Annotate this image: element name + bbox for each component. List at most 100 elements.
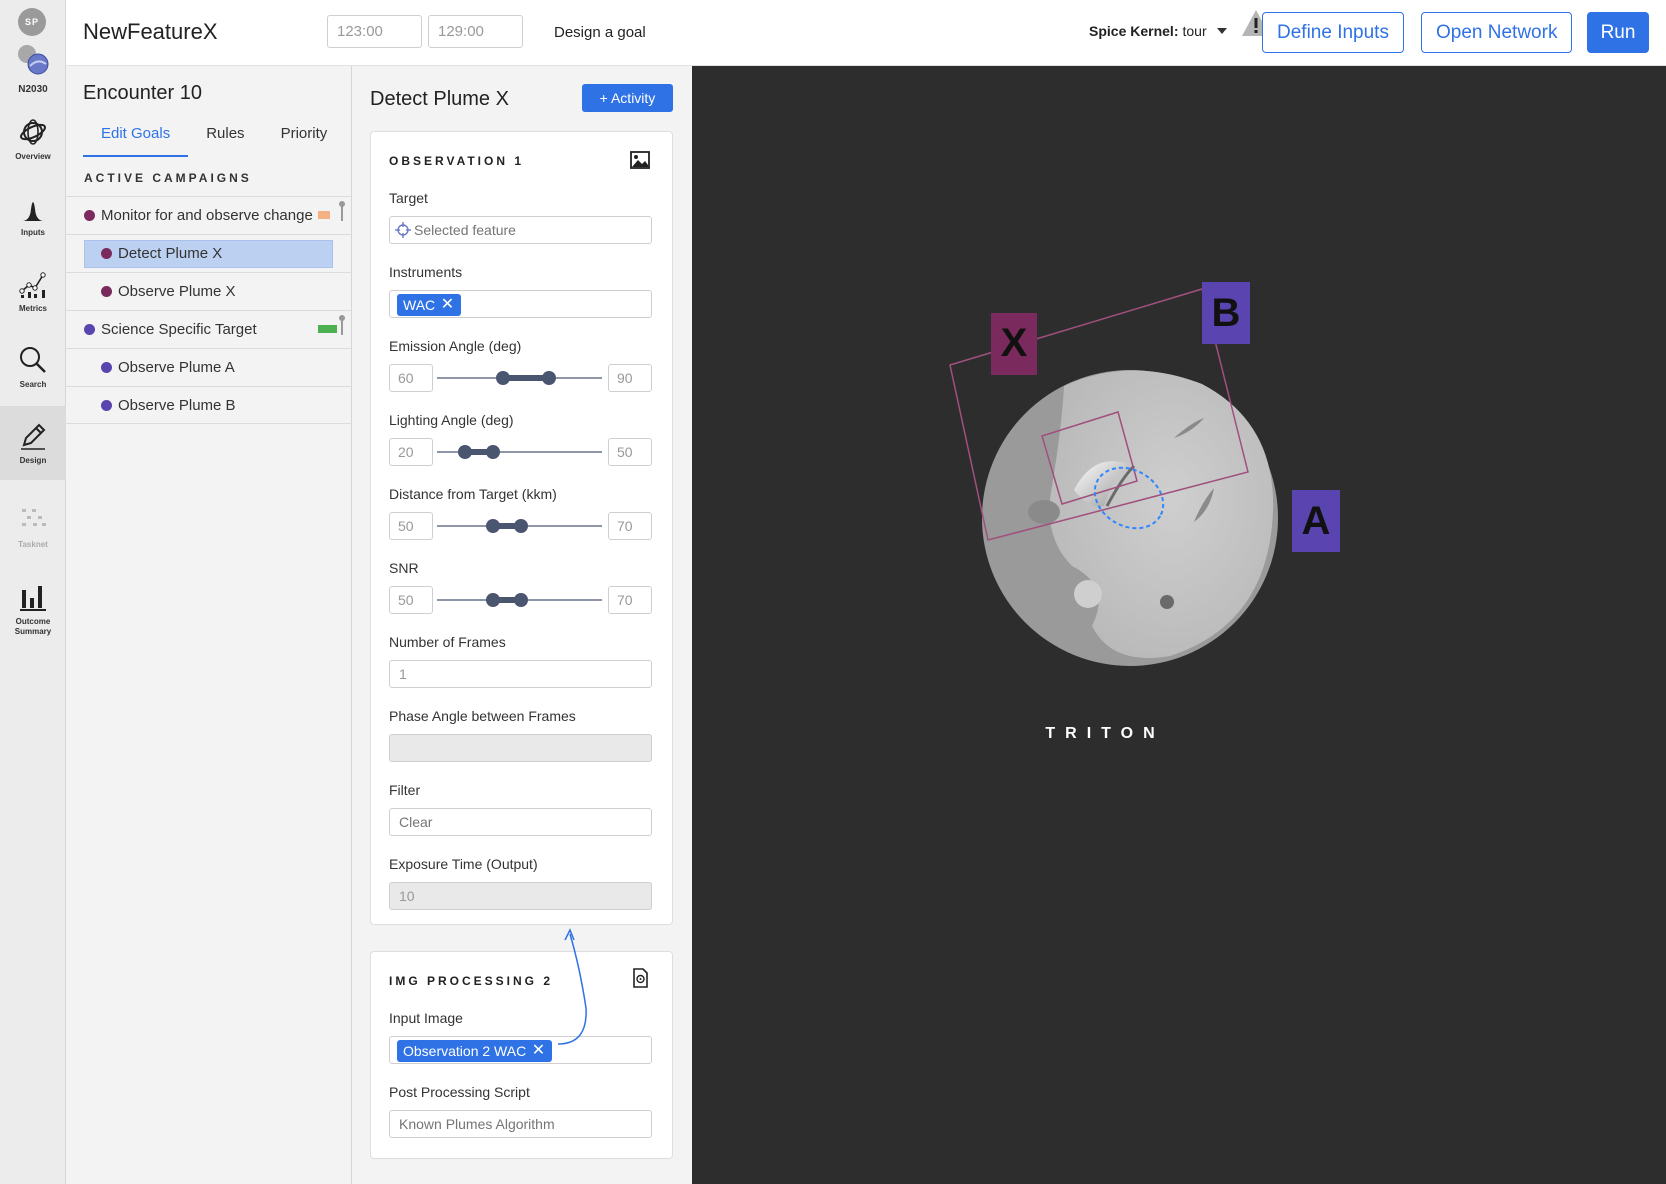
spice-kernel-select[interactable]: Spice Kernel: tour: [1089, 23, 1227, 39]
nav-metrics[interactable]: Metrics: [0, 254, 66, 328]
nav-label: Tasknet: [18, 539, 48, 549]
nav-label: Overview: [15, 151, 51, 161]
search-icon: [20, 346, 46, 373]
slider-handle-high[interactable]: [542, 371, 557, 385]
nav-label: Outcome Summary: [14, 616, 52, 636]
observation-header: OBSERVATION 1: [389, 154, 525, 168]
globe-icon: [20, 118, 46, 145]
campaign-item[interactable]: Observe Plume A: [66, 348, 352, 386]
exposure-label: Exposure Time (Output): [389, 856, 538, 872]
slider-handle-high[interactable]: [486, 445, 501, 459]
campaign-progress-fill: [318, 211, 331, 219]
campaign-color-dot: [101, 248, 112, 259]
phase-angle-input: [389, 734, 652, 762]
tab-edit-goals[interactable]: Edit Goals: [83, 124, 189, 157]
nav-tasknet[interactable]: Tasknet: [0, 490, 66, 564]
plume-marker-b[interactable]: B: [1202, 282, 1250, 344]
section-title: ACTIVE CAMPAIGNS: [84, 171, 252, 185]
tasknet-icon: [22, 508, 46, 526]
campaign-item[interactable]: Science Specific Target: [66, 310, 352, 348]
nav-outcome-summary[interactable]: Outcome Summary: [0, 572, 66, 646]
bar-chart-icon: [20, 585, 46, 611]
campaign-item[interactable]: Monitor for and observe change: [66, 196, 352, 234]
nav-rail: SP N2030 Overview Inputs Metrics Search …: [0, 0, 66, 1184]
input-image-label: Input Image: [389, 1010, 463, 1026]
n2030-logo-icon: [18, 45, 49, 75]
slider-handle-low[interactable]: [496, 371, 510, 385]
frames-input[interactable]: [389, 660, 652, 688]
image-icon[interactable]: [630, 150, 650, 170]
goal-prompt: Design a goal: [554, 24, 646, 41]
define-inputs-button[interactable]: Define Inputs: [1262, 12, 1404, 53]
script-file-icon[interactable]: [630, 968, 650, 988]
triton-viewer[interactable]: X B A TRITON: [692, 66, 1666, 1184]
add-activity-button[interactable]: + Activity: [582, 84, 673, 112]
input-image-tag: Observation 2 WAC ✕: [397, 1040, 553, 1062]
open-network-button[interactable]: Open Network: [1421, 12, 1573, 53]
slider-label: Emission Angle (deg): [389, 338, 522, 354]
slider-handle-low[interactable]: [486, 593, 501, 607]
start-time-input[interactable]: [327, 15, 422, 48]
user-avatar[interactable]: SP: [18, 8, 46, 36]
campaign-progress: [318, 201, 345, 221]
close-icon[interactable]: ✕: [532, 1040, 545, 1062]
slider-min-input[interactable]: [389, 512, 433, 540]
slider-max-input[interactable]: [608, 438, 652, 466]
tab-rules[interactable]: Rules: [188, 124, 262, 157]
campaign-label: Observe Plume X: [118, 283, 236, 300]
frames-label: Number of Frames: [389, 634, 506, 650]
slider-handle-high[interactable]: [514, 519, 529, 533]
campaign-list: Monitor for and observe change Detect Plu…: [66, 196, 352, 424]
campaign-item[interactable]: Observe Plume X: [66, 272, 352, 310]
campaign-color-dot: [101, 399, 112, 411]
slider-max-input[interactable]: [608, 586, 652, 614]
campaign-item[interactable]: Observe Plume B: [66, 386, 352, 424]
slider-track[interactable]: [437, 593, 602, 607]
campaign-label: Observe Plume B: [118, 396, 236, 414]
slider-label: SNR: [389, 560, 419, 576]
input-image-input[interactable]: Observation 2 WAC ✕: [389, 1036, 652, 1064]
slider-handle-low[interactable]: [486, 519, 501, 533]
slider-handle-low[interactable]: [458, 445, 473, 459]
slider-min-input[interactable]: [389, 586, 433, 614]
filter-input[interactable]: [389, 808, 652, 836]
marker-x-label: X: [1001, 321, 1028, 365]
campaign-item[interactable]: Detect Plume X: [66, 234, 352, 272]
marker-a-label: A: [1302, 499, 1331, 543]
slider-min-input[interactable]: [389, 364, 433, 392]
kernel-value: tour: [1182, 23, 1207, 39]
instruments-input[interactable]: WAC ✕: [389, 290, 652, 318]
slider-track[interactable]: [437, 371, 602, 385]
goal-tabs: Edit Goals Rules Priority: [83, 124, 345, 157]
nav-overview[interactable]: Overview: [0, 102, 66, 176]
plume-marker-x[interactable]: X: [991, 313, 1037, 375]
metrics-chart-icon: [19, 271, 46, 298]
pin-icon: [339, 201, 345, 221]
instruments-label: Instruments: [389, 264, 463, 280]
nav-design[interactable]: Design: [0, 406, 66, 480]
slider-max-input[interactable]: [608, 512, 652, 540]
instrument-tag-label: WAC: [403, 297, 436, 313]
slider-min-input[interactable]: [389, 438, 433, 466]
input-image-tag-label: Observation 2 WAC: [403, 1043, 527, 1059]
end-time-input[interactable]: [428, 15, 523, 48]
campaign-label: Detect Plume X: [118, 245, 223, 262]
slider-track[interactable]: [437, 445, 602, 459]
exposure-output: [389, 882, 652, 910]
campaign-label: Monitor for and observe change: [101, 207, 313, 224]
slider-track[interactable]: [437, 519, 602, 533]
body-name-label: TRITON: [1045, 725, 1165, 742]
slider-label: Lighting Angle (deg): [389, 412, 514, 428]
tab-priority[interactable]: Priority: [263, 124, 346, 157]
nav-label: Design: [19, 455, 47, 465]
close-icon[interactable]: ✕: [441, 294, 454, 316]
slider-max-input[interactable]: [608, 364, 652, 392]
run-button[interactable]: Run: [1587, 12, 1649, 53]
plume-marker-a[interactable]: A: [1292, 490, 1340, 552]
slider-handle-high[interactable]: [514, 593, 529, 607]
nav-search[interactable]: Search: [0, 330, 66, 404]
nav-inputs[interactable]: Inputs: [0, 178, 66, 252]
campaign-progress: [318, 315, 345, 335]
script-input[interactable]: [389, 1110, 652, 1138]
target-input[interactable]: [389, 216, 652, 244]
